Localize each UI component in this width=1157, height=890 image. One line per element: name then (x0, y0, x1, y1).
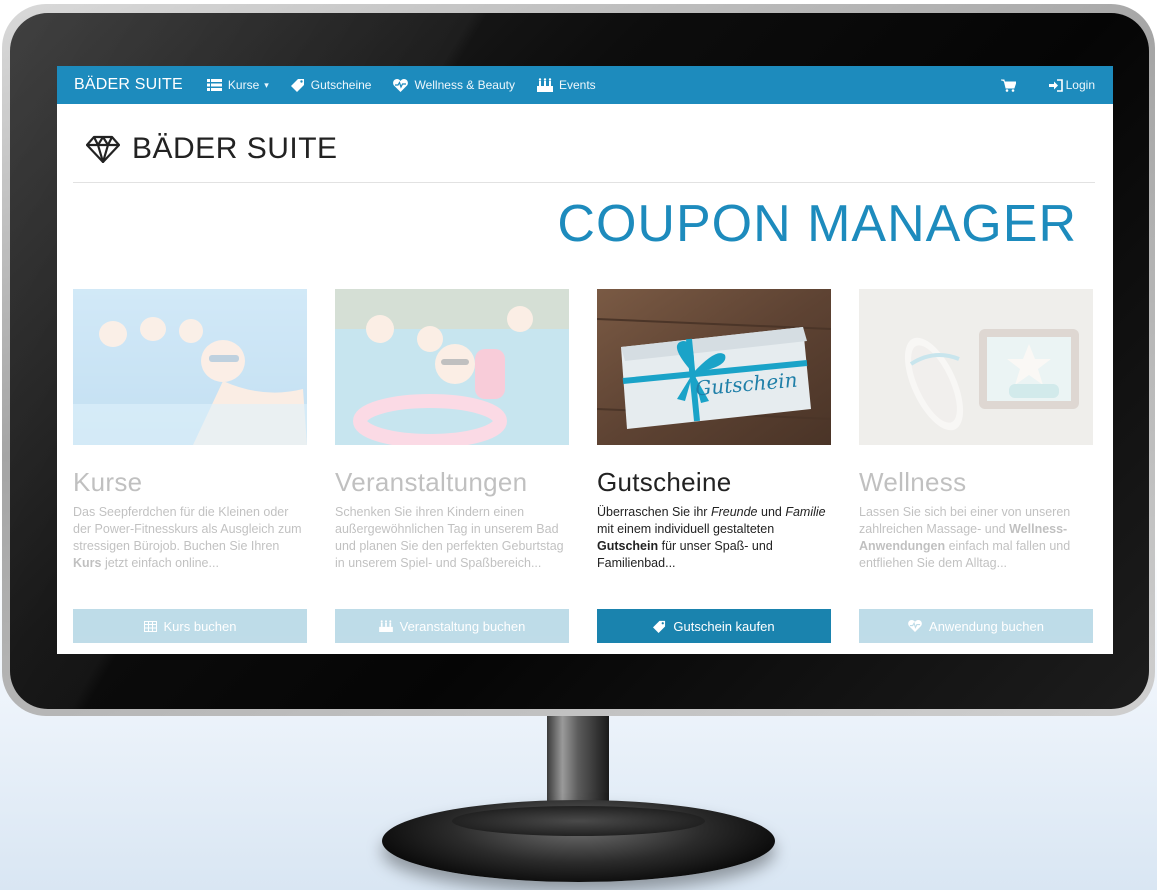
card-kurse-title: Kurse (73, 467, 143, 497)
nav-item-kurse-label: Kurse (227, 78, 260, 92)
veranstaltung-buchen-label: Veranstaltung buchen (399, 618, 526, 634)
card-wellness-image (859, 289, 1093, 445)
header-divider (73, 182, 1095, 183)
card-kurse: Kurse Das Seepferdchen für die Kleinen o… (73, 289, 307, 643)
card-gutscheine-text-italic: Freunde (710, 505, 758, 519)
anwendung-buchen-label: Anwendung buchen (929, 618, 1044, 634)
anwendung-buchen-button[interactable]: Anwendung buchen (859, 609, 1093, 643)
shopping-cart-icon (1000, 79, 1016, 92)
card-kurse-image (73, 289, 307, 445)
diamond-icon (86, 135, 120, 163)
card-gutscheine-text-part: mit einem individuell gestalteten (597, 522, 775, 536)
monitor-stand-base-top (452, 806, 705, 836)
card-gutscheine-text-part: Überraschen Sie ihr (597, 505, 711, 519)
screen: BÄDER SUITE Kurse ▾ Gutscheine Wellness … (57, 66, 1113, 654)
card-gutscheine-text-part: und (757, 505, 786, 519)
card-kurse-text: Das Seepferdchen für die Kleinen oder de… (73, 504, 307, 591)
tag-icon (653, 620, 666, 633)
veranstaltung-buchen-button[interactable]: Veranstaltung buchen (335, 609, 569, 643)
list-icon (206, 79, 222, 91)
birthday-cake-icon (536, 78, 553, 92)
card-gutscheine-image: Gutschein (597, 289, 831, 445)
nav-item-events[interactable]: Events (536, 78, 596, 92)
logo[interactable]: BÄDER SUITE (86, 132, 338, 166)
card-wellness-title: Wellness (859, 467, 967, 497)
card-veranstaltungen-text: Schenken Sie ihren Kindern einen außerge… (335, 505, 564, 570)
sign-in-icon (1048, 78, 1063, 92)
card-wellness-text: Lassen Sie sich bei einer von unseren za… (859, 504, 1093, 591)
logo-text: BÄDER SUITE (132, 132, 338, 165)
login-label: Login (1065, 78, 1095, 92)
card-veranstaltungen-title: Veranstaltungen (335, 467, 528, 497)
nav-item-wellness-beauty[interactable]: Wellness & Beauty (393, 78, 515, 92)
card-gutscheine-title: Gutscheine (597, 467, 732, 497)
card-gutscheine-text: Überraschen Sie ihr Freunde und Familie … (597, 504, 831, 591)
card-kurse-text-part: Das Seepferdchen für die Kleinen oder de… (73, 505, 302, 553)
tag-icon (290, 78, 305, 92)
card-gutscheine-text-bold: Gutschein (597, 539, 659, 553)
card-gutscheine: Gutschein Gutscheine Überraschen Sie ihr… (597, 289, 831, 643)
heartbeat-icon (908, 620, 922, 632)
cart-button[interactable] (1000, 79, 1022, 92)
login-link[interactable]: Login (1048, 78, 1095, 92)
card-wellness: Wellness Lassen Sie sich bei einer von u… (859, 289, 1093, 643)
card-veranstaltungen-image (335, 289, 569, 445)
caret-down-icon: ▾ (264, 79, 269, 90)
kurs-buchen-button[interactable]: Kurs buchen (73, 609, 307, 643)
kurs-buchen-label: Kurs buchen (163, 618, 237, 634)
hero-title: COUPON MANAGER (557, 195, 1077, 253)
gutschein-kaufen-button[interactable]: Gutschein kaufen (597, 609, 831, 643)
nav-item-gutscheine-label: Gutscheine (310, 78, 372, 92)
birthday-cake-icon (378, 620, 393, 632)
gutschein-kaufen-label: Gutschein kaufen (673, 618, 775, 634)
card-veranstaltungen: Veranstaltungen Schenken Sie ihren Kinde… (335, 289, 569, 643)
heartbeat-icon (393, 78, 409, 92)
nav-item-gutscheine[interactable]: Gutscheine (290, 78, 372, 92)
nav-item-wellness-label: Wellness & Beauty (414, 78, 515, 92)
nav-brand[interactable]: BÄDER SUITE (74, 76, 183, 94)
top-navbar: BÄDER SUITE Kurse ▾ Gutscheine Wellness … (57, 66, 1113, 104)
nav-item-events-label: Events (558, 78, 596, 92)
card-kurse-text-part: jetzt einfach online... (101, 556, 219, 570)
card-gutscheine-text-italic: Familie (785, 505, 826, 519)
nav-item-kurse[interactable]: Kurse ▾ (206, 78, 269, 92)
nav-right: Login (975, 78, 1095, 92)
card-kurse-text-bold: Kurs (73, 556, 102, 570)
table-icon (143, 620, 157, 632)
